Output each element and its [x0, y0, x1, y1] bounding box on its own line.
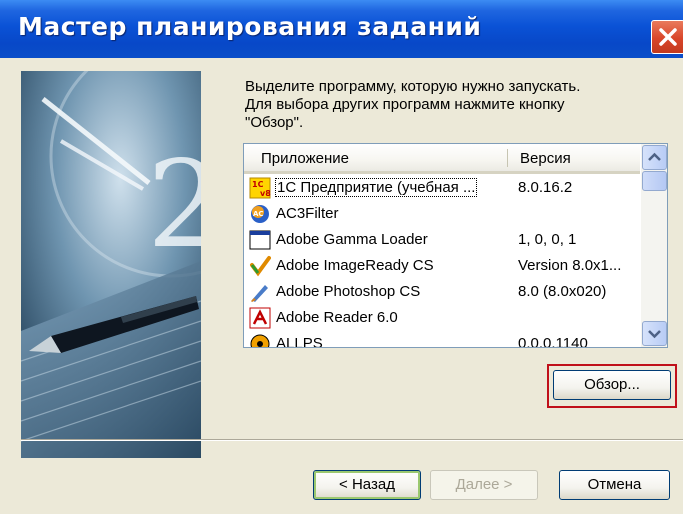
separator: [21, 439, 683, 441]
cancel-button[interactable]: Отмена: [559, 470, 670, 500]
imageready-icon: [250, 256, 271, 277]
close-icon: [659, 28, 677, 46]
instructions-line-3: "Обзор".: [245, 114, 304, 131]
instructions-line-2: Для выбора других программ нажмите кнопк…: [245, 96, 565, 113]
svg-text:AC: AC: [253, 210, 264, 218]
ac3filter-icon: AC: [251, 205, 269, 223]
instructions-text: Выделите программу, которую нужно запуск…: [245, 78, 665, 132]
list-item-name: Adobe Photoshop CS: [276, 283, 421, 300]
list-item-name: Adobe Reader 6.0: [276, 309, 398, 326]
scroll-thumb[interactable]: [642, 171, 667, 191]
title-bar[interactable]: Мастер планирования заданий: [0, 0, 683, 58]
allps-icon: [250, 334, 270, 347]
chevron-down-icon: [648, 330, 661, 339]
list-item-version: 1, 0, 0, 1: [518, 231, 577, 248]
svg-text:v8: v8: [260, 189, 271, 198]
svg-text:1C: 1C: [252, 180, 264, 189]
list-item-name: ALLPS: [276, 335, 323, 348]
next-button[interactable]: Далее >: [430, 470, 538, 500]
svg-text:2: 2: [147, 136, 201, 275]
program-list[interactable]: Приложение Версия 1C v8 1С Предприятие (…: [243, 143, 668, 348]
instructions-line-1: Выделите программу, которую нужно запуск…: [245, 78, 581, 95]
list-item-name: 1С Предприятие (учебная ...: [275, 178, 478, 197]
list-item-version: Version 8.0x1...: [518, 257, 622, 274]
column-header-version[interactable]: Версия: [520, 150, 571, 167]
list-item-name: Adobe Gamma Loader: [276, 231, 428, 248]
chevron-up-icon: [648, 152, 661, 161]
column-divider[interactable]: [507, 149, 508, 167]
column-header-app[interactable]: Приложение: [261, 150, 349, 167]
window-title: Мастер планирования заданий: [18, 12, 482, 41]
list-item-name: AC3Filter: [276, 205, 339, 222]
list-item[interactable]: AC AC3Filter: [244, 201, 640, 227]
list-item-version: 0.0.0.1140: [518, 335, 588, 348]
list-item[interactable]: Adobe ImageReady CS Version 8.0x1...: [244, 253, 640, 279]
list-item-name: Adobe ImageReady CS: [276, 257, 434, 274]
list-item[interactable]: Adobe Gamma Loader 1, 0, 0, 1: [244, 227, 640, 253]
scroll-down-button[interactable]: [642, 321, 667, 346]
list-item-version: 8.0 (8.0x020): [518, 283, 607, 300]
list-header: Приложение Версия: [244, 144, 640, 174]
close-button[interactable]: [651, 20, 683, 54]
wizard-window: Мастер планирования заданий 2 Выделите п…: [0, 0, 683, 514]
photoshop-icon: [251, 285, 268, 302]
list-item[interactable]: ALLPS 0.0.0.1140: [244, 331, 640, 348]
adobe-gamma-icon: [249, 230, 271, 250]
1c-enterprise-icon: 1C v8: [249, 177, 271, 199]
list-item[interactable]: Adobe Photoshop CS 8.0 (8.0x020): [244, 279, 640, 305]
adobe-reader-icon: [249, 307, 271, 329]
list-item-version: 8.0.16.2: [518, 179, 573, 196]
vertical-scrollbar[interactable]: [641, 144, 667, 347]
wizard-side-image: 2: [21, 71, 201, 458]
list-item[interactable]: Adobe Reader 6.0: [244, 305, 640, 331]
scroll-up-button[interactable]: [642, 145, 667, 170]
back-button[interactable]: < Назад: [313, 470, 421, 500]
browse-button[interactable]: Обзор...: [553, 370, 671, 400]
list-item[interactable]: 1C v8 1С Предприятие (учебная ... 8.0.16…: [244, 175, 640, 201]
